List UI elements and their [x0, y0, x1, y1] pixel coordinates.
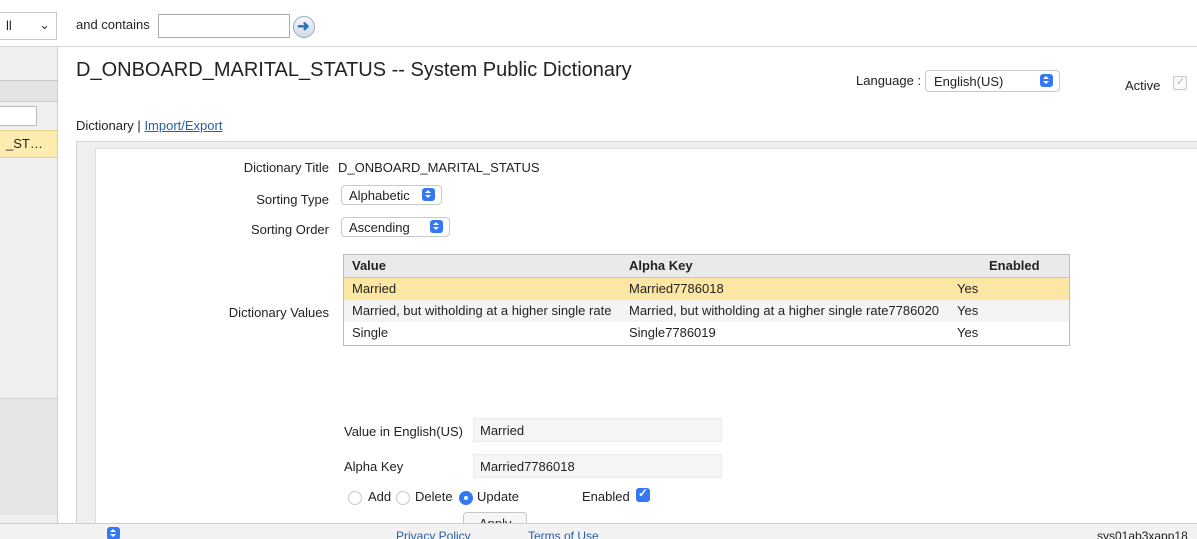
page-title: D_ONBOARD_MARITAL_STATUS -- System Publi… — [76, 59, 632, 81]
search-input[interactable] — [158, 14, 290, 38]
breadcrumb-separator: | — [137, 118, 141, 133]
footer-bar: Privacy Policy Terms of Use sys01ab3xapp… — [0, 523, 1197, 539]
breadcrumb: Dictionary | Import/Export — [76, 118, 222, 133]
sorting-type-value: Alphabetic — [349, 188, 410, 203]
list-empty-area — [0, 398, 57, 515]
dictionary-title-value: D_ONBOARD_MARITAL_STATUS — [338, 160, 540, 175]
sorting-type-label: Sorting Type — [256, 192, 329, 207]
contains-label: and contains — [76, 17, 150, 32]
active-checkbox[interactable]: ✓ — [1173, 76, 1187, 90]
add-radio[interactable] — [348, 491, 362, 505]
checkmark-icon: ✓ — [638, 486, 649, 500]
chevron-down-icon: ⌄ — [39, 17, 50, 32]
add-label: Add — [368, 489, 392, 504]
list-item-label: _ST… — [6, 136, 43, 151]
list-item-selected[interactable]: _ST… — [0, 130, 57, 158]
cell-enabled: Yes — [957, 281, 979, 296]
cell-alpha-key: Married, but witholding at a higher sing… — [629, 303, 940, 318]
search-go-button[interactable]: ➜ — [293, 16, 315, 38]
dictionary-title-label: Dictionary Title — [243, 160, 329, 175]
dictionary-values-label: Dictionary Values — [228, 305, 329, 320]
table-row[interactable]: Married, but witholding at a higher sing… — [344, 300, 1069, 322]
column-header-enabled[interactable]: Enabled — [989, 258, 1040, 273]
table-header-row: Value Alpha Key Enabled — [344, 255, 1069, 278]
stepper-icon — [430, 220, 443, 233]
breadcrumb-current: Dictionary — [76, 118, 134, 133]
enabled-label: Enabled — [582, 489, 630, 504]
enabled-checkbox[interactable]: ✓ — [636, 486, 650, 502]
language-select[interactable]: English(US) — [925, 70, 1060, 92]
cell-enabled: Yes — [957, 303, 979, 318]
cell-enabled: Yes — [957, 325, 979, 340]
stepper-icon[interactable] — [107, 527, 120, 539]
scope-select[interactable]: ll ⌄ — [0, 12, 57, 40]
cell-value: Single — [352, 325, 389, 340]
stepper-icon — [1040, 74, 1053, 87]
alpha-key-input-text: Married7786018 — [480, 459, 575, 474]
sorting-order-label: Sorting Order — [250, 222, 329, 237]
delete-radio[interactable] — [396, 491, 410, 505]
alpha-key-label: Alpha Key — [344, 459, 404, 474]
list-header — [0, 80, 57, 102]
sorting-type-select[interactable]: Alphabetic — [341, 185, 442, 205]
column-header-alpha-key[interactable]: Alpha Key — [629, 258, 693, 273]
import-export-link[interactable]: Import/Export — [144, 118, 222, 133]
active-label: Active — [1125, 78, 1161, 93]
update-radio[interactable] — [459, 491, 473, 505]
sorting-order-select[interactable]: Ascending — [341, 217, 450, 237]
scope-select-value: ll — [6, 18, 12, 33]
value-label: Value in English(US) — [344, 424, 463, 439]
checkmark-icon: ✓ — [1176, 76, 1186, 88]
cell-alpha-key: Single7786019 — [629, 325, 716, 340]
alpha-key-input[interactable]: Married7786018 — [473, 454, 722, 478]
dictionary-values-table: Value Alpha Key Enabled Married Married7… — [343, 254, 1070, 346]
cell-value: Married, but witholding at a higher sing… — [352, 303, 612, 318]
language-label: Language : — [856, 73, 922, 88]
value-input-text: Married — [480, 423, 525, 438]
update-label: Update — [477, 489, 519, 504]
column-header-value[interactable]: Value — [352, 258, 386, 273]
table-row[interactable]: Married Married7786018 Yes — [344, 278, 1069, 300]
cell-value: Married — [352, 281, 397, 296]
language-select-value: English(US) — [934, 74, 1004, 89]
cell-alpha-key: Married7786018 — [629, 281, 724, 296]
arrow-right-icon: ➜ — [297, 18, 310, 35]
value-input[interactable]: Married — [473, 418, 722, 442]
list-filter-input[interactable] — [0, 106, 37, 126]
table-row[interactable]: Single Single7786019 Yes — [344, 322, 1069, 344]
delete-label: Delete — [415, 489, 453, 504]
sorting-order-value: Ascending — [349, 220, 410, 235]
stepper-icon — [422, 188, 435, 201]
